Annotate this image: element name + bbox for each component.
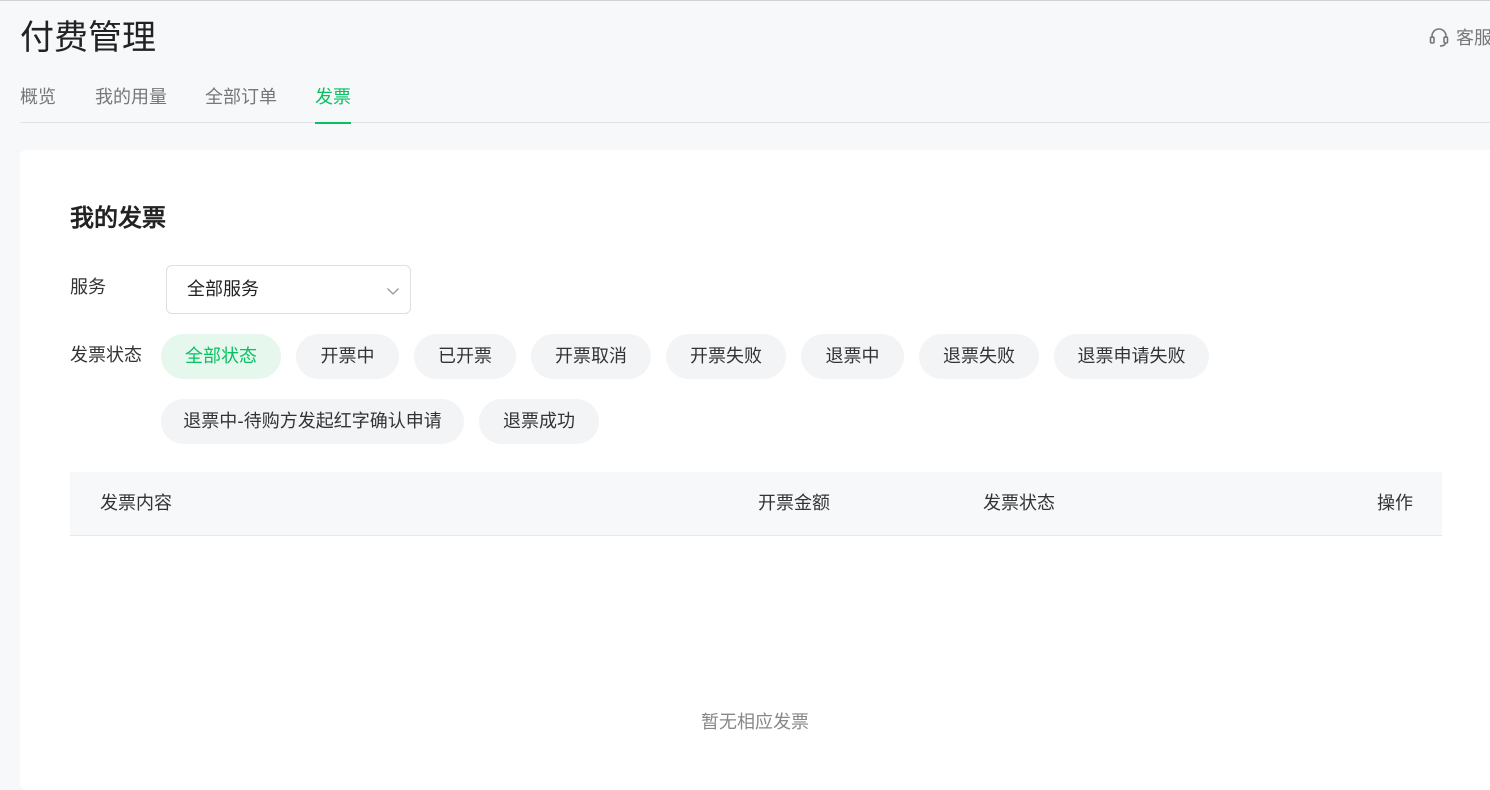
tab-invoices[interactable]: 发票 (315, 84, 351, 124)
empty-state-text: 暂无相应发票 (701, 712, 809, 733)
invoice-card: 我的发票 服务 全部服务 发票状态 全部状态 开票中 已开票 开票取消 开票失败… (20, 150, 1490, 790)
tab-all-orders[interactable]: 全部订单 (205, 84, 277, 123)
column-header-content: 发票内容 (100, 493, 172, 514)
service-select[interactable]: 全部服务 (166, 265, 411, 314)
invoice-status-label: 发票状态 (70, 345, 142, 366)
chevron-down-icon (386, 283, 400, 302)
column-header-amount: 开票金额 (758, 493, 830, 514)
headset-icon (1428, 26, 1450, 48)
status-chip-failed[interactable]: 开票失败 (666, 334, 786, 379)
column-header-actions: 操作 (1377, 493, 1413, 514)
status-chip-all[interactable]: 全部状态 (161, 334, 281, 379)
status-chip-cancelled[interactable]: 开票取消 (531, 334, 651, 379)
status-chip-issuing[interactable]: 开票中 (296, 334, 399, 379)
service-label: 服务 (70, 277, 106, 298)
status-chip-refund-failed[interactable]: 退票失败 (919, 334, 1039, 379)
tab-overview[interactable]: 概览 (20, 84, 56, 123)
customer-service-label: 客服 (1456, 28, 1490, 49)
column-header-status: 发票状态 (983, 493, 1055, 514)
tab-bar: 概览 我的用量 全部订单 发票 (20, 84, 1490, 124)
status-chip-issued[interactable]: 已开票 (414, 334, 516, 379)
page-title: 付费管理 (20, 18, 156, 58)
status-chip-refund-request-failed[interactable]: 退票申请失败 (1054, 334, 1209, 379)
top-border (0, 0, 1490, 1)
status-chip-refund-success[interactable]: 退票成功 (479, 399, 599, 444)
status-chip-refunding[interactable]: 退票中 (801, 334, 904, 379)
card-title: 我的发票 (70, 204, 166, 232)
service-select-value: 全部服务 (187, 279, 259, 300)
tab-my-usage[interactable]: 我的用量 (95, 84, 167, 123)
invoice-table-header: 发票内容 开票金额 发票状态 操作 (70, 472, 1442, 536)
customer-service-link[interactable]: 客服 (1428, 24, 1490, 50)
status-chip-refund-pending-red-letter[interactable]: 退票中-待购方发起红字确认申请 (161, 399, 464, 444)
